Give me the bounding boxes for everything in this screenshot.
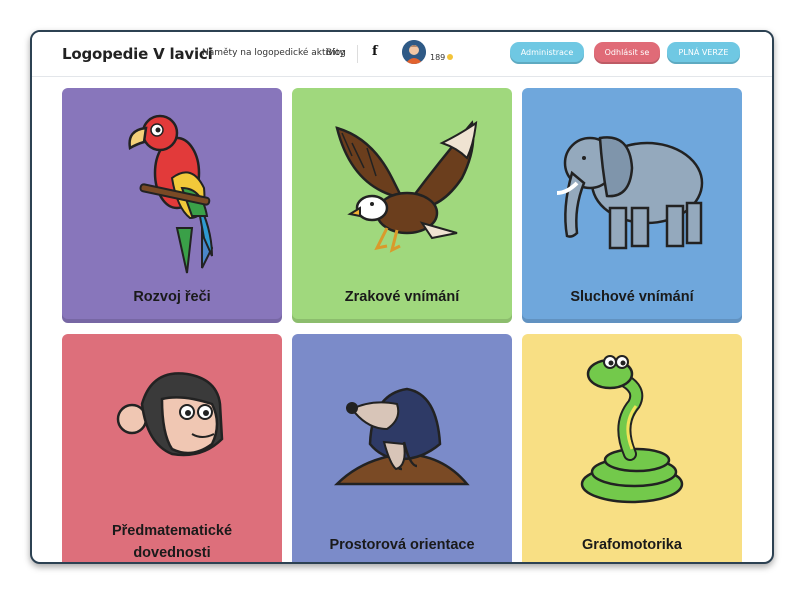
category-card-speech[interactable]: Rozvoj řeči <box>62 88 282 323</box>
nav-divider <box>357 45 358 63</box>
category-grid: Rozvoj řeči Zrakové vnímání Sluchové vní… <box>32 76 772 562</box>
category-label-line2: dovednosti <box>133 545 211 561</box>
top-navigation-bar: Logopedie V lavici Náměty na logopedické… <box>32 32 772 77</box>
category-label: Prostorová orientace <box>329 537 475 553</box>
category-label: Grafomotorika <box>582 537 682 553</box>
parrot-icon <box>128 114 214 274</box>
nav-link-blog[interactable]: Blog <box>326 48 346 58</box>
credits-value: 189 <box>430 53 446 62</box>
category-label: Sluchové vnímání <box>570 289 694 305</box>
monkey-icon <box>116 372 224 457</box>
site-logo[interactable]: Logopedie V lavici <box>62 45 213 63</box>
user-avatar[interactable] <box>402 40 426 64</box>
category-card-visual[interactable]: Zrakové vnímání <box>292 88 512 323</box>
coin-icon <box>447 54 454 60</box>
category-card-graphomotor[interactable]: Grafomotorika <box>522 334 742 562</box>
credits-counter: 189 <box>430 53 454 62</box>
eagle-icon <box>335 120 478 253</box>
full-version-button[interactable]: PLNÁ VERZE <box>667 42 740 64</box>
category-card-orientation[interactable]: Prostorová orientace <box>292 334 512 562</box>
browser-window: Logopedie V lavici Náměty na logopedické… <box>30 30 774 564</box>
category-label-line1: Předmatematické <box>111 523 233 539</box>
mole-icon <box>333 387 470 486</box>
facebook-icon[interactable]: f <box>372 44 378 59</box>
category-card-premath[interactable]: Předmatematické dovednosti <box>62 334 282 562</box>
admin-button[interactable]: Administrace <box>510 42 584 64</box>
elephant-icon <box>556 136 704 250</box>
category-label: Zrakové vnímání <box>344 289 460 305</box>
logout-button[interactable]: Odhlásit se <box>594 42 660 64</box>
nav-link-activities[interactable]: Náměty na logopedické aktivity <box>202 48 345 58</box>
category-label: Rozvoj řeči <box>133 289 211 305</box>
snake-icon <box>580 355 684 504</box>
category-card-auditory[interactable]: Sluchové vnímání <box>522 88 742 323</box>
